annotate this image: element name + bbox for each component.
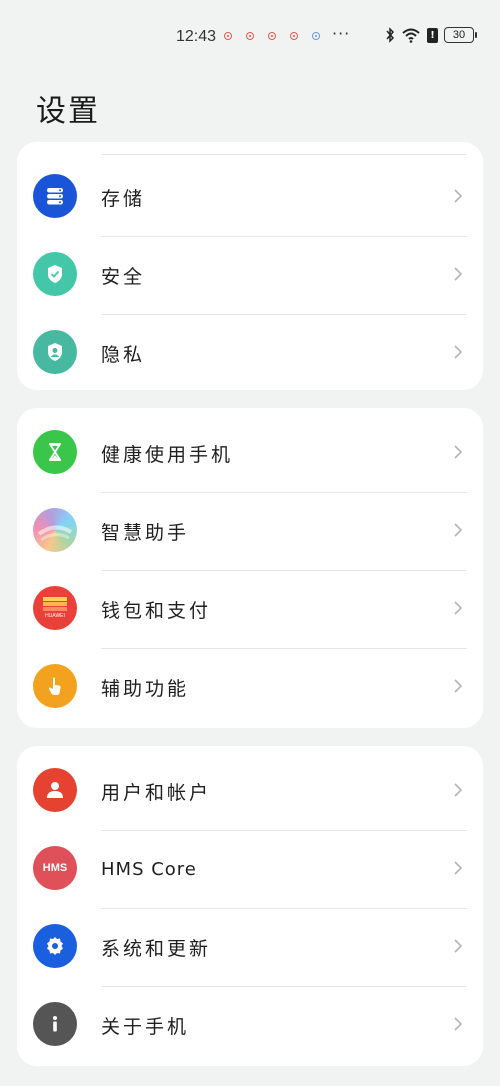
- divider: [101, 908, 467, 909]
- notification-icon: [224, 32, 232, 40]
- settings-item-accessibility[interactable]: 辅助功能: [17, 648, 483, 726]
- chevron-right-icon: [454, 189, 463, 203]
- gear-icon: [33, 924, 77, 968]
- chevron-right-icon: [454, 861, 463, 875]
- user-icon: [33, 768, 77, 812]
- divider: [101, 986, 467, 987]
- hourglass-icon: [33, 430, 77, 474]
- assistant-icon: [33, 508, 77, 552]
- chevron-right-icon: [454, 1017, 463, 1031]
- settings-item-system-updates[interactable]: 系统和更新: [17, 908, 483, 986]
- settings-item-users-accounts[interactable]: 用户和帐户: [17, 752, 483, 830]
- settings-item-hms-core[interactable]: HMS HMS Core: [17, 830, 483, 908]
- accessibility-hand-icon: [33, 664, 77, 708]
- divider: [101, 492, 467, 493]
- shield-icon: [33, 252, 77, 296]
- wallet-icon: HUAWEI: [33, 586, 77, 630]
- divider: [101, 570, 467, 571]
- settings-item-label: 系统和更新: [101, 937, 212, 960]
- settings-group-2: 健康使用手机 智慧助手 HUAWEI 钱包和支付 辅助功能: [17, 408, 483, 728]
- settings-item-label: 关于手机: [101, 1015, 190, 1038]
- settings-item-label: 健康使用手机: [101, 443, 234, 466]
- settings-item-label: 钱包和支付: [101, 599, 212, 622]
- settings-item-label: 隐私: [101, 343, 146, 366]
- chevron-right-icon: [454, 679, 463, 693]
- notification-icons: [224, 32, 320, 40]
- chevron-right-icon: [454, 939, 463, 953]
- settings-item-label: 用户和帐户: [101, 781, 212, 804]
- settings-item-wallet[interactable]: HUAWEI 钱包和支付: [17, 570, 483, 648]
- settings-item-about-phone[interactable]: 关于手机: [17, 986, 483, 1064]
- settings-item-digital-balance[interactable]: 健康使用手机: [17, 414, 483, 492]
- settings-group-1: 存储 安全 隐私: [17, 142, 483, 390]
- page-title: 设置: [36, 94, 100, 129]
- chevron-right-icon: [454, 345, 463, 359]
- settings-item-security[interactable]: 安全: [17, 236, 483, 314]
- settings-item-label: 辅助功能: [101, 677, 190, 700]
- settings-item-assistant[interactable]: 智慧助手: [17, 492, 483, 570]
- alert-icon: !: [427, 27, 438, 43]
- settings-item-label: 安全: [101, 265, 146, 288]
- wallet-badge-text: HUAWEI: [45, 612, 65, 619]
- status-time: 12:43: [176, 28, 217, 45]
- info-icon: [33, 1002, 77, 1046]
- battery-icon: 30: [444, 27, 477, 43]
- bluetooth-icon: [386, 27, 395, 43]
- notification-icon: [312, 32, 320, 40]
- hms-icon: HMS: [33, 846, 77, 890]
- notification-icon: [268, 32, 276, 40]
- divider: [101, 648, 467, 649]
- storage-icon: [33, 174, 77, 218]
- notification-icon: [290, 32, 298, 40]
- settings-item-label: 存储: [101, 187, 146, 210]
- settings-group-3: 用户和帐户 HMS HMS Core 系统和更新 关于手机: [17, 746, 483, 1066]
- notification-icon: [246, 32, 254, 40]
- chevron-right-icon: [454, 601, 463, 615]
- status-bar: 12:43 ··· ! 30: [0, 0, 500, 72]
- divider: [101, 236, 467, 237]
- settings-item-label: HMS Core: [101, 858, 197, 880]
- more-notifications-icon: ···: [332, 24, 351, 43]
- divider: [101, 830, 467, 831]
- chevron-right-icon: [454, 783, 463, 797]
- chevron-right-icon: [454, 523, 463, 537]
- chevron-right-icon: [454, 445, 463, 459]
- divider: [101, 154, 467, 155]
- settings-item-storage[interactable]: 存储: [17, 158, 483, 236]
- hms-badge-text: HMS: [42, 862, 68, 874]
- chevron-right-icon: [454, 267, 463, 281]
- settings-item-label: 智慧助手: [101, 521, 190, 544]
- privacy-icon: [33, 330, 77, 374]
- settings-item-privacy[interactable]: 隐私: [17, 314, 483, 392]
- divider: [101, 314, 467, 315]
- wifi-icon: [402, 28, 420, 43]
